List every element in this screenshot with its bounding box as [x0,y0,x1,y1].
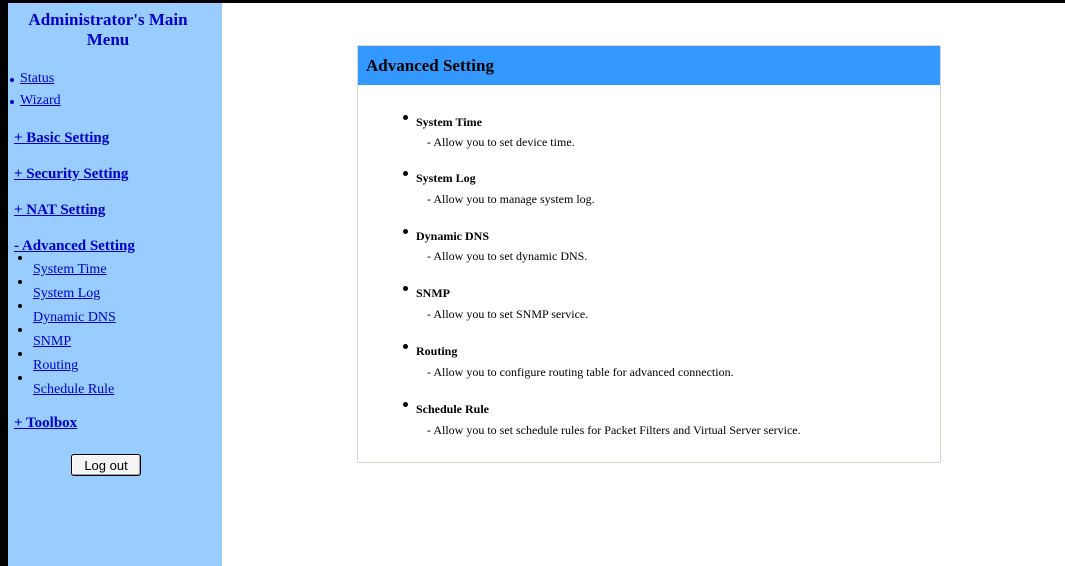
bullet-icon [18,304,22,308]
bullet-icon [18,328,22,332]
sidebar: Administrator's Main Menu Status Wizard … [8,3,222,566]
item-title-system-log: System Log [416,171,476,185]
item-title-schedule-rule: Schedule Rule [416,402,490,416]
bullet-icon [403,171,408,176]
item-desc-system-log: - Allow you to manage system log. [427,192,595,206]
sidebar-section-security-setting[interactable]: + Security Setting [14,165,128,183]
sidebar-title: Administrator's Main Menu [8,10,208,50]
bullet-icon [18,376,22,380]
panel-header: Advanced Setting [358,46,940,85]
bullet-icon [18,280,22,284]
sidebar-item-routing[interactable]: Routing [33,358,78,374]
sidebar-link-status[interactable]: Status [20,71,54,87]
item-title-dynamic-dns: Dynamic DNS [416,229,490,243]
frame-left-border [0,0,8,566]
bullet-icon [403,229,408,234]
logout-button[interactable]: Log out [71,454,141,476]
sidebar-section-advanced-setting[interactable]: - Advanced Setting [14,237,135,255]
advanced-setting-panel: Advanced Setting System Time - Allow you… [357,45,941,463]
item-desc-routing: - Allow you to configure routing table f… [427,365,734,379]
bullet-icon [10,78,14,82]
item-desc-system-time: - Allow you to set device time. [427,135,575,149]
bullet-icon [403,402,408,407]
sidebar-item-system-log[interactable]: System Log [33,286,100,302]
sidebar-item-dynamic-dns[interactable]: Dynamic DNS [33,310,116,326]
sidebar-item-system-time[interactable]: System Time [33,262,107,278]
sidebar-section-toolbox[interactable]: + Toolbox [14,414,77,432]
page-title: Advanced Setting [366,56,494,75]
sidebar-item-snmp[interactable]: SNMP [33,334,71,350]
bullet-icon [18,352,22,356]
bullet-icon [18,256,22,260]
bullet-icon [10,100,14,104]
bullet-icon [403,344,408,349]
bullet-icon [403,286,408,291]
item-title-routing: Routing [416,344,458,358]
item-desc-snmp: - Allow you to set SNMP service. [427,307,589,321]
sidebar-title-line2: Menu [86,30,130,49]
sidebar-link-wizard[interactable]: Wizard [20,93,61,109]
item-title-system-time: System Time [416,115,482,129]
sidebar-section-basic-setting[interactable]: + Basic Setting [14,129,109,147]
item-title-snmp: SNMP [416,286,450,300]
sidebar-section-nat-setting[interactable]: + NAT Setting [14,201,105,219]
bullet-icon [403,115,408,120]
item-desc-schedule-rule: - Allow you to set schedule rules for Pa… [427,423,801,437]
sidebar-item-schedule-rule[interactable]: Schedule Rule [33,382,114,398]
item-desc-dynamic-dns: - Allow you to set dynamic DNS. [427,249,588,263]
sidebar-title-line1: Administrator's Main [28,10,188,29]
